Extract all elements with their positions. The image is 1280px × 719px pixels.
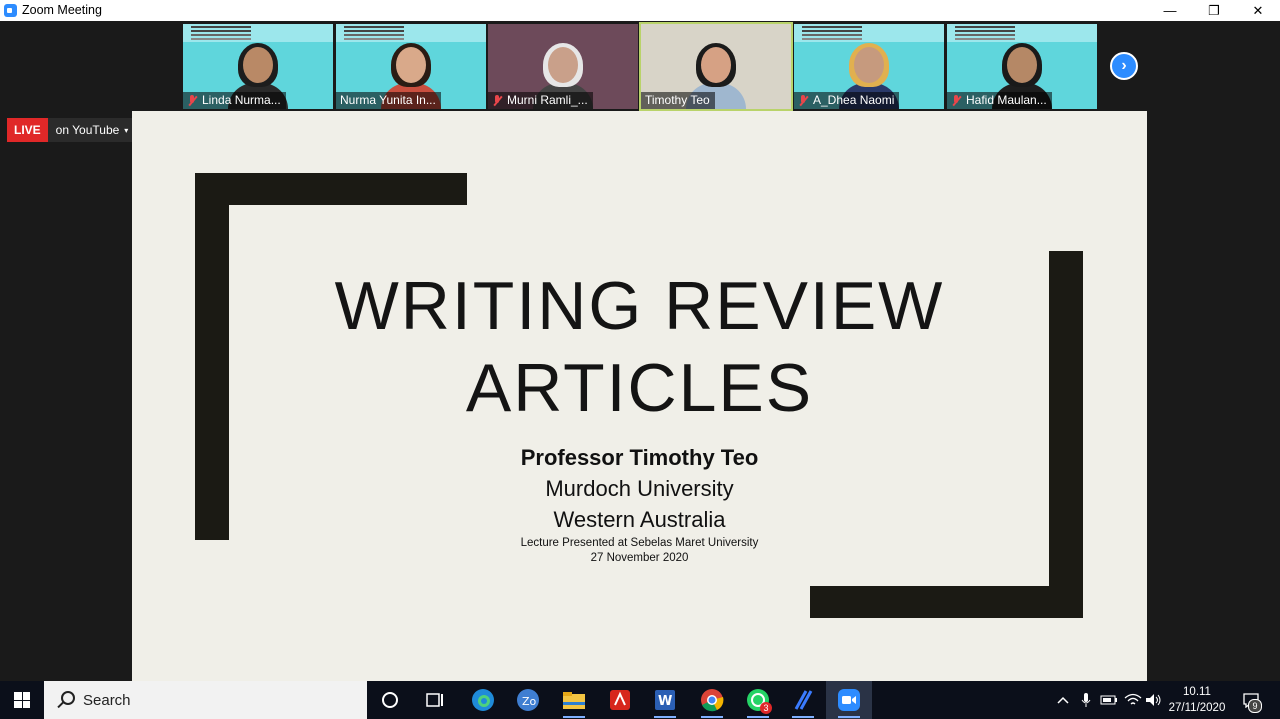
notification-count-badge: 9 <box>1248 699 1262 713</box>
affiliation-university: Murdoch University <box>545 476 734 501</box>
chrome-icon[interactable] <box>697 685 727 718</box>
tool-icon[interactable] <box>788 685 818 718</box>
live-platform-menu[interactable]: on YouTube ▾ <box>47 118 135 142</box>
affiliation-region: Western Australia <box>553 507 726 532</box>
next-page-button[interactable]: › <box>1110 52 1138 80</box>
minimize-button[interactable]: — <box>1148 0 1192 21</box>
word-icon[interactable]: W <box>650 685 680 718</box>
participant-name: A_Dhea Naomi <box>813 93 895 107</box>
wifi-icon[interactable] <box>1122 681 1144 719</box>
presenter-name: Professor Timothy Teo <box>520 445 759 470</box>
participant-tile[interactable]: Nurma Yunita In... <box>336 24 486 109</box>
whatsapp-unread-badge: 3 <box>760 702 772 714</box>
participant-name: Murni Ramli_... <box>507 93 588 107</box>
slide-title-line2: ARTICLES <box>465 350 814 426</box>
participant-tile-active-speaker[interactable]: Timothy Teo <box>639 22 793 111</box>
svg-text:Zo: Zo <box>522 695 537 708</box>
restore-button[interactable]: ❐ <box>1192 0 1236 21</box>
window-titlebar: Zoom Meeting — ❐ ✕ <box>0 0 1280 21</box>
windows-logo-icon <box>14 692 30 708</box>
zoom-app-icon <box>4 4 17 17</box>
muted-mic-icon <box>492 94 502 107</box>
cortana-icon[interactable] <box>375 685 405 715</box>
start-button[interactable] <box>0 681 44 719</box>
participant-name: Linda Nurma... <box>202 93 281 107</box>
participant-tile[interactable]: Linda Nurma... <box>183 24 333 109</box>
participant-name-tag: Nurma Yunita In... <box>336 92 441 109</box>
muted-mic-icon <box>798 94 808 107</box>
participant-name-tag: Murni Ramli_... <box>488 92 593 109</box>
file-explorer-icon[interactable] <box>559 685 589 718</box>
photos-icon[interactable]: Zo <box>513 685 543 715</box>
search-placeholder: Search <box>83 691 131 709</box>
frame-top-left-bar <box>195 173 467 205</box>
chevron-down-icon: ▾ <box>124 125 129 135</box>
participant-tile[interactable]: Murni Ramli_... <box>488 24 638 109</box>
participant-name: Hafid Maulan... <box>966 93 1047 107</box>
participant-tile[interactable]: Hafid Maulan... <box>947 24 1097 109</box>
search-icon <box>56 691 75 709</box>
notification-center-icon[interactable]: 9 <box>1238 681 1264 719</box>
taskbar-search-box[interactable]: Search <box>44 681 367 719</box>
participant-name-tag: Linda Nurma... <box>183 92 286 109</box>
zoom-icon[interactable] <box>834 685 864 718</box>
clock-time: 10.11 <box>1183 686 1211 698</box>
participant-name-tag: Hafid Maulan... <box>947 92 1052 109</box>
svg-text:W: W <box>658 694 672 709</box>
volume-icon[interactable] <box>1144 681 1164 719</box>
lecture-note: Lecture Presented at Sebelas Maret Unive… <box>520 537 759 549</box>
lecture-date: 27 November 2020 <box>590 552 689 564</box>
live-platform-label: on YouTube <box>55 123 120 137</box>
edge-icon[interactable] <box>468 685 498 715</box>
live-badge: LIVE <box>7 118 48 142</box>
slide-title-line1: WRITING REVIEW <box>334 268 945 344</box>
acrobat-icon[interactable] <box>605 685 635 715</box>
muted-mic-icon <box>951 94 961 107</box>
battery-icon[interactable] <box>1098 681 1120 719</box>
participant-gallery: Linda Nurma... Nurma Yunita In... Murni … <box>0 21 1280 111</box>
whatsapp-icon[interactable]: 3 <box>743 685 773 718</box>
windows-taskbar: Search Zo W 3 10.11 27/11/2020 9 <box>0 681 1280 719</box>
system-clock[interactable]: 10.11 27/11/2020 <box>1162 684 1232 716</box>
microphone-icon[interactable] <box>1076 681 1096 719</box>
clock-date: 27/11/2020 <box>1168 702 1226 714</box>
window-title: Zoom Meeting <box>22 3 102 17</box>
participant-tile[interactable]: A_Dhea Naomi <box>794 24 944 109</box>
task-view-icon[interactable] <box>420 685 450 715</box>
participant-name: Timothy Teo <box>645 93 710 107</box>
frame-bottom-right-bar <box>810 586 1083 618</box>
muted-mic-icon <box>187 94 197 107</box>
participant-name-tag: A_Dhea Naomi <box>794 92 900 109</box>
participant-name: Nurma Yunita In... <box>340 93 436 107</box>
chevron-up-icon[interactable] <box>1054 681 1072 719</box>
participant-name-tag: Timothy Teo <box>641 92 715 109</box>
shared-screen-slide: WRITING REVIEW ARTICLES Professor Timoth… <box>132 111 1147 681</box>
live-stream-indicator[interactable]: LIVE on YouTube ▾ <box>7 118 135 142</box>
close-button[interactable]: ✕ <box>1236 0 1280 21</box>
